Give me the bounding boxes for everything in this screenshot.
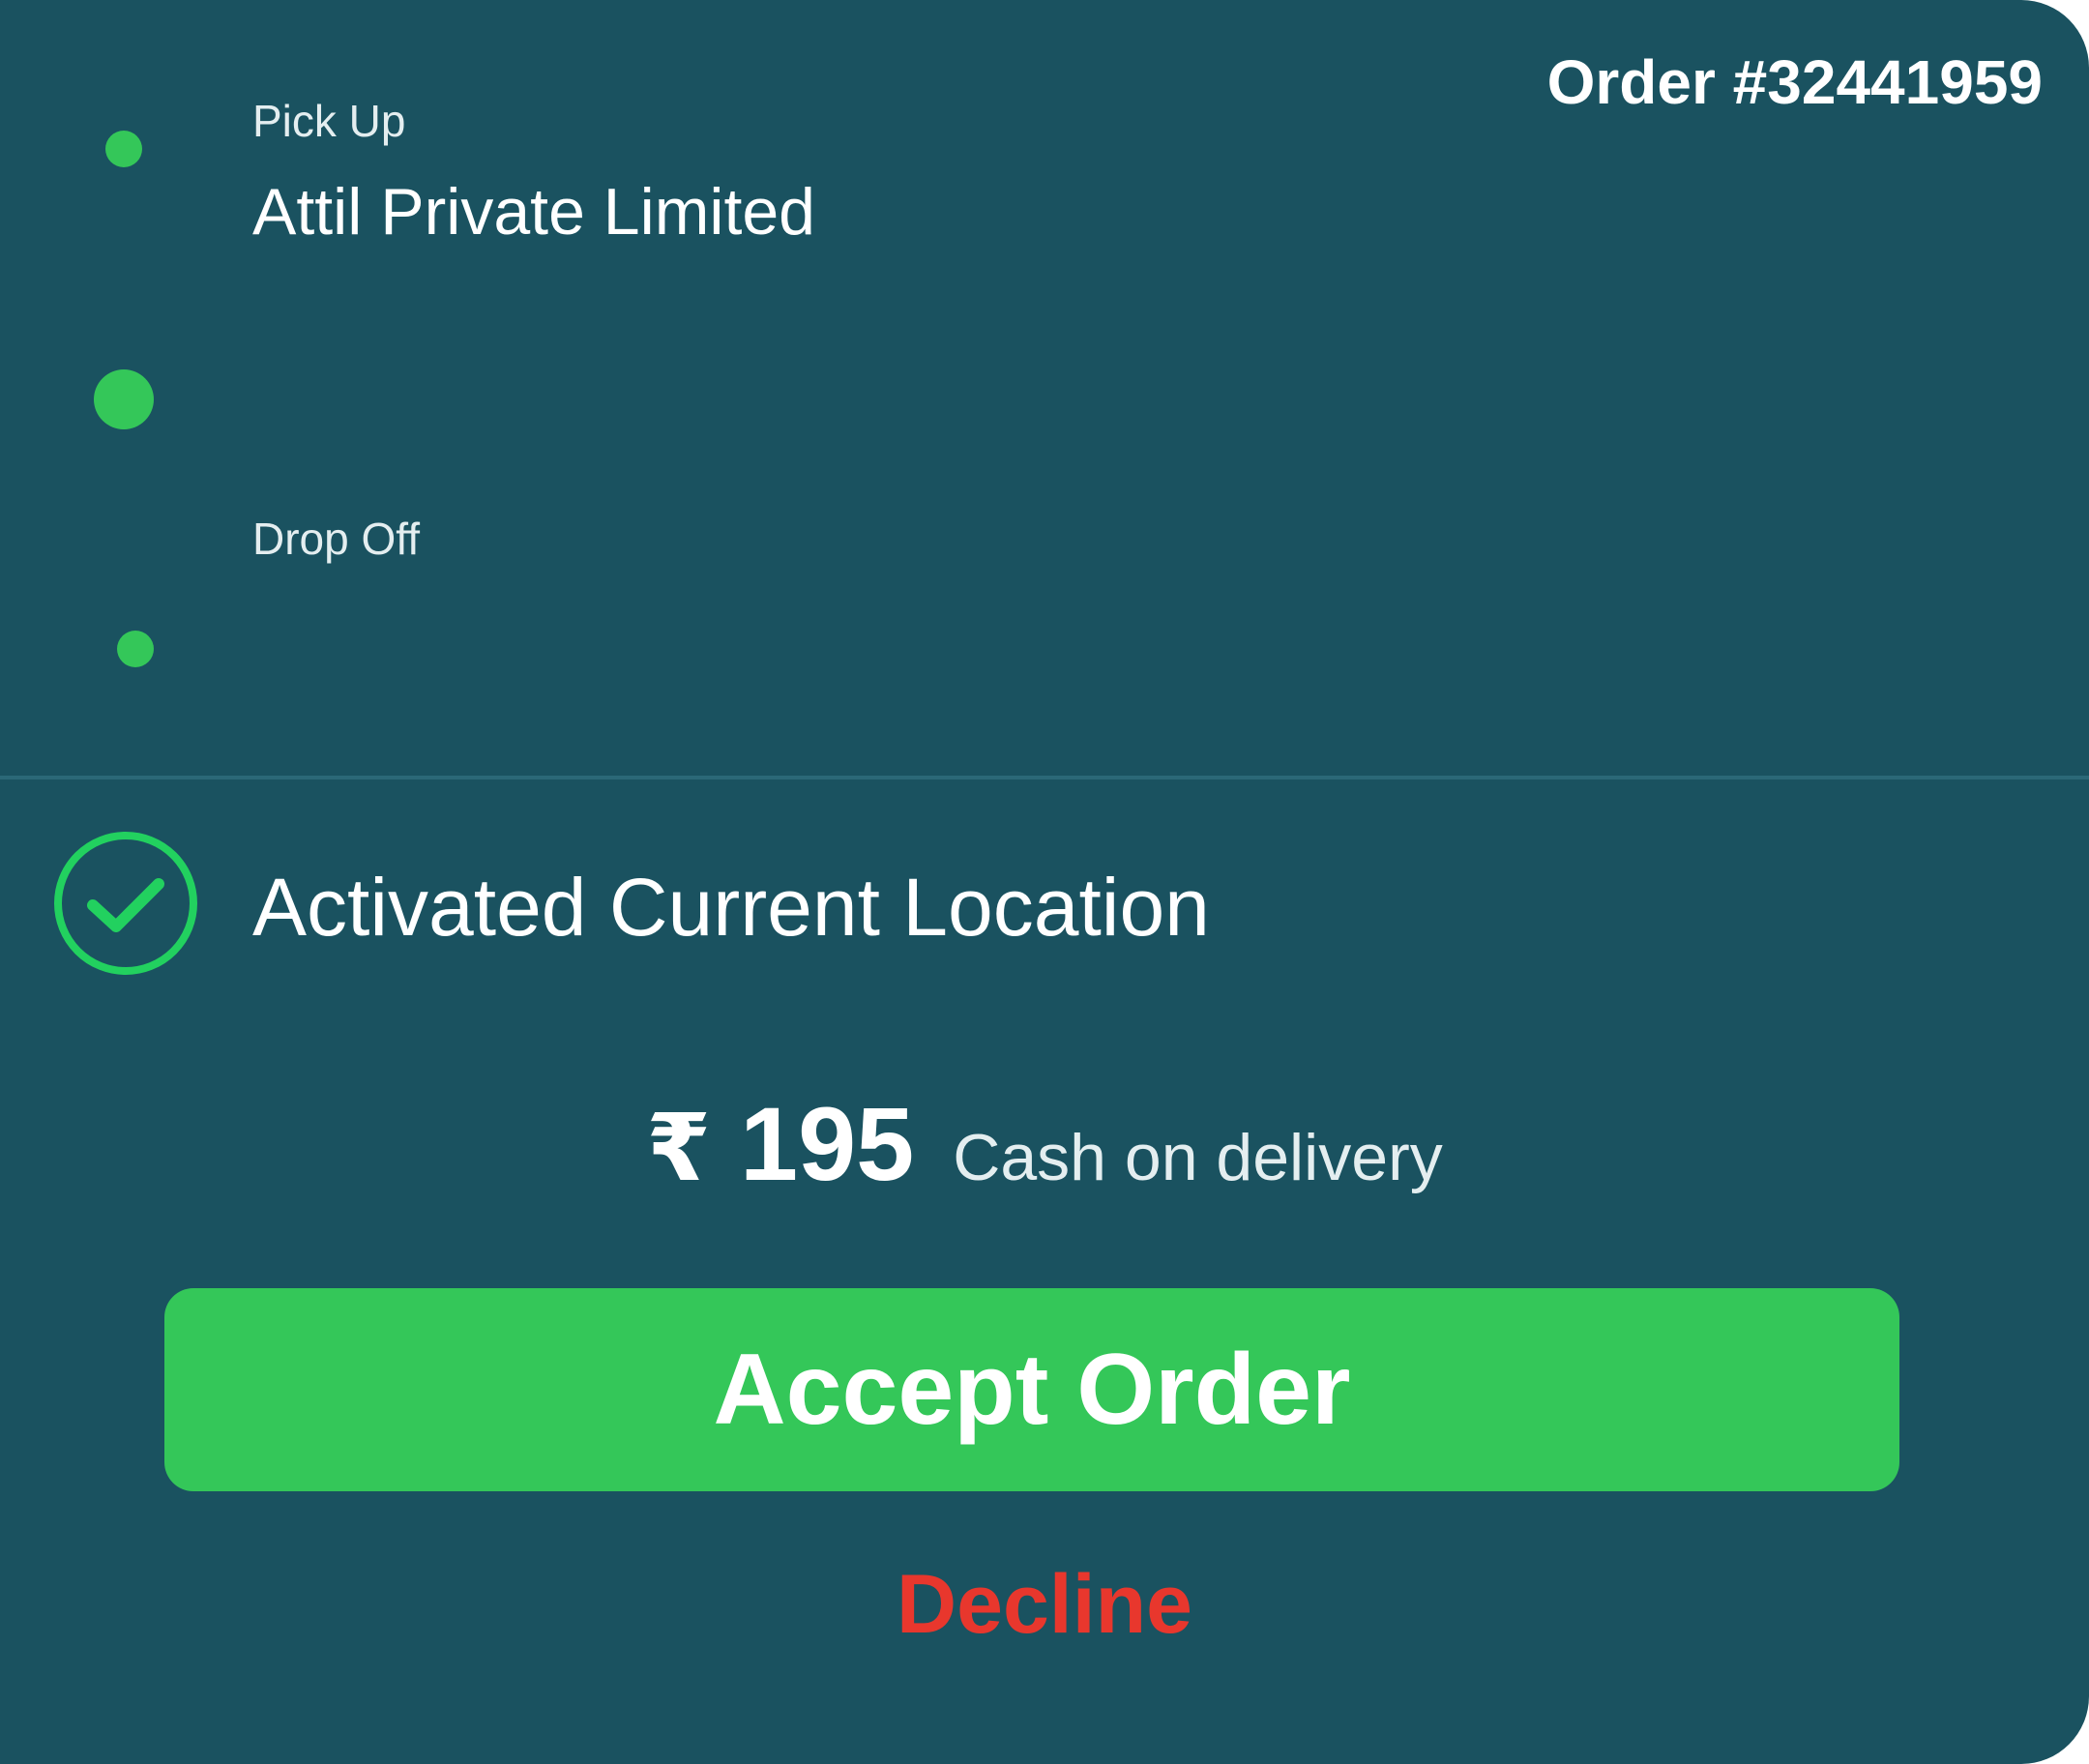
currency-symbol: ₹	[646, 1097, 712, 1200]
price-row: ₹ 195 Cash on delivery	[0, 1083, 2089, 1204]
check-circle-icon	[54, 832, 197, 975]
decline-button[interactable]: Decline	[0, 1557, 2089, 1653]
location-status-text: Activated Current Location	[252, 862, 1210, 953]
section-divider	[0, 776, 2089, 779]
pickup-label: Pick Up	[252, 96, 406, 146]
order-amount: 195	[740, 1085, 915, 1202]
dropoff-marker-icon	[117, 631, 154, 667]
pickup-name: Attil Private Limited	[252, 175, 815, 249]
payment-method: Cash on delivery	[953, 1121, 1443, 1194]
accept-order-button[interactable]: Accept Order	[164, 1288, 1899, 1491]
dropoff-label: Drop Off	[252, 514, 420, 564]
pickup-marker-icon	[105, 131, 142, 167]
order-request-card: Order #32441959 Pick Up Attil Private Li…	[0, 0, 2089, 1764]
route-marker-icon	[94, 369, 154, 429]
order-number: Order #32441959	[1546, 47, 2043, 117]
